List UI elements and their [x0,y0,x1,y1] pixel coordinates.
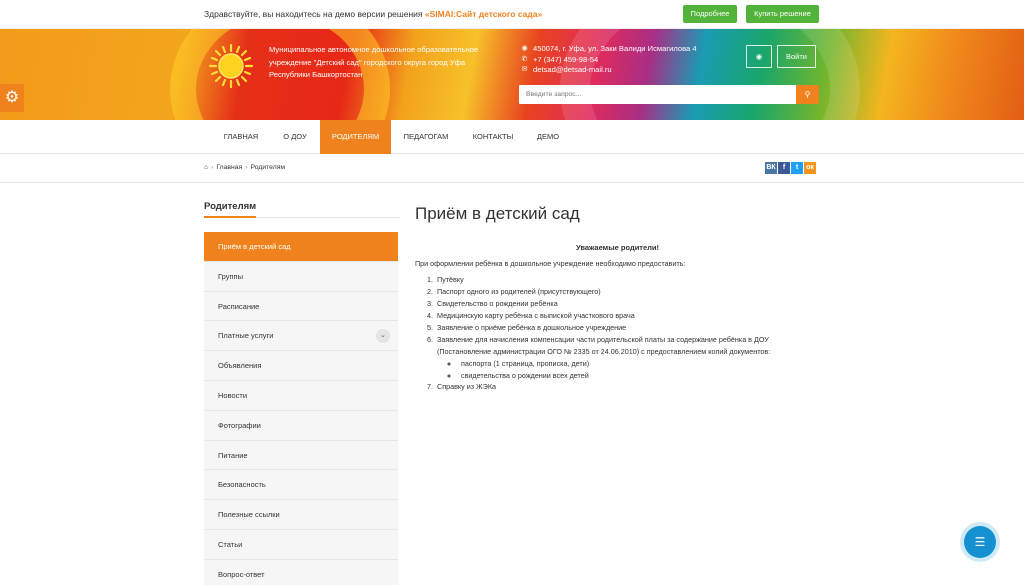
nav-item-parents[interactable]: РОДИТЕЛЯМ [320,120,391,154]
sidebar-divider-accent [204,216,256,218]
main-content: Приём в детский сад Уважаемые родители! … [415,204,820,393]
sidebar-item-links[interactable]: Полезные ссылки [204,500,398,530]
sub-list-item: паспорта (1 страница, прописка, дети) [459,358,820,370]
gear-icon: ⚙ [4,89,20,106]
phone[interactable]: +7 (347) 459-98-54 [533,55,598,66]
share-buttons: ВК f t ок [765,162,816,174]
sidebar-item-label: Платные услуги [218,331,274,341]
sidebar-item-admission[interactable]: Приём в детский сад [204,232,398,262]
facebook-icon[interactable]: f [778,162,790,174]
chat-widget-button[interactable]: ☰ [964,526,996,558]
list-item: Заявление для начисления компенсации час… [435,334,820,381]
demo-bar: Здравствуйте, вы находитесь на демо верс… [0,0,1024,29]
demo-notice: Здравствуйте, вы находитесь на демо верс… [204,9,542,19]
breadcrumb-bar: ⌂ › Главная › Родителям ВК f t ок [0,155,1024,183]
address: 450074, г. Уфа, ул. Заки Валиди Исмагило… [533,44,697,53]
site-header: Муниципальное автономное дошкольное обра… [0,29,1024,120]
sidebar-item-nutrition[interactable]: Питание [204,440,398,471]
home-icon[interactable]: ⌂ [204,164,208,171]
login-button[interactable]: Войти [777,45,816,68]
sidebar-item-articles[interactable]: Статьи [204,529,398,560]
search-input[interactable] [519,85,796,104]
sidebar-item-faq[interactable]: Вопрос-ответ [204,559,398,585]
phone-icon: ✆ [521,55,528,63]
nav-item-contacts[interactable]: КОНТАКТЫ [464,120,522,154]
search-button[interactable]: ⚲ [796,85,819,104]
sidebar-item-photos[interactable]: Фотографии [204,410,398,441]
search-icon: ⚲ [804,90,811,99]
demo-notice-text: Здравствуйте, вы находитесь на демо верс… [204,9,425,19]
map-marker-icon: ◉ [521,45,528,52]
sun-logo-icon[interactable] [208,43,254,89]
nav-item-demo[interactable]: ДЕМО [530,120,566,154]
chevron-down-icon[interactable]: ⌄ [376,329,390,344]
intro-text: При оформлении ребёнка в дошкольное учре… [415,259,686,268]
page-title: Приём в детский сад [415,204,580,223]
list-item: Справку из ЖЭКа [435,381,820,393]
eye-icon: ◉ [755,52,763,61]
sidebar-item-announcements[interactable]: Объявления [204,351,398,381]
contacts: ◉ 450074, г. Уфа, ул. Заки Валиди Исмагил… [521,44,697,76]
breadcrumb-item-current: Родителям [250,164,286,171]
odnoklassniki-icon[interactable]: ок [804,162,816,174]
more-button[interactable]: Подробнее [683,5,737,23]
documents-list: Путёвку Паспорт одного из родителей (при… [415,274,820,393]
email[interactable]: detsad@detsad-mail.ru [533,65,612,76]
sidebar-item-schedule[interactable]: Расписание [204,291,398,322]
list-item-text: Заявление для начисления компенсации час… [437,335,771,356]
breadcrumb-separator: › [245,164,248,171]
list-item: Свидетельство о рождении ребёнка [435,298,820,310]
breadcrumb-item-home[interactable]: Главная [216,164,242,171]
chat-icon: ☰ [974,535,986,549]
accessibility-button[interactable]: ◉ [746,45,772,68]
envelope-icon: ✉ [521,66,528,73]
nav-item-home[interactable]: ГЛАВНАЯ [216,120,266,154]
org-name: Муниципальное автономное дошкольное обра… [269,45,479,79]
sidebar-item-safety[interactable]: Безопасность [204,470,398,501]
sidebar-item-news[interactable]: Новости [204,380,398,411]
greeting: Уважаемые родители! [575,243,660,252]
list-item: Путёвку [435,274,820,286]
list-item: Медицинскую карту ребёнка с выпиской уча… [435,310,820,322]
sidebar-menu: Приём в детский сад Группы Расписание Пл… [204,232,398,585]
nav-item-teachers[interactable]: ПЕДАГОГАМ [396,120,456,154]
sidebar-item-groups[interactable]: Группы [204,261,398,292]
sidebar-title: Родителям [204,201,257,212]
breadcrumb-separator: › [211,164,214,171]
settings-gear-button[interactable]: ⚙ [0,84,24,112]
vk-icon[interactable]: ВК [765,162,777,174]
main-nav: ГЛАВНАЯ О ДОУ РОДИТЕЛЯМ ПЕДАГОГАМ КОНТАК… [0,120,1024,154]
sub-list: паспорта (1 страница, прописка, дети) св… [437,358,820,381]
buy-button[interactable]: Купить решение [746,5,819,23]
search-bar: ⚲ [519,85,819,104]
breadcrumb: ⌂ › Главная › Родителям [204,164,285,171]
twitter-icon[interactable]: t [791,162,803,174]
demo-product-name: «SIMAI:Сайт детского сада» [424,9,543,19]
list-item: Заявление о приёме ребёнка в дошкольное … [435,322,820,334]
list-item: Паспорт одного из родителей (присутствую… [435,286,820,298]
sub-list-item: свидетельства о рождении всех детей [459,370,820,382]
sidebar-item-paid-services[interactable]: Платные услуги ⌄ [204,321,398,352]
nav-item-about[interactable]: О ДОУ [274,120,316,154]
